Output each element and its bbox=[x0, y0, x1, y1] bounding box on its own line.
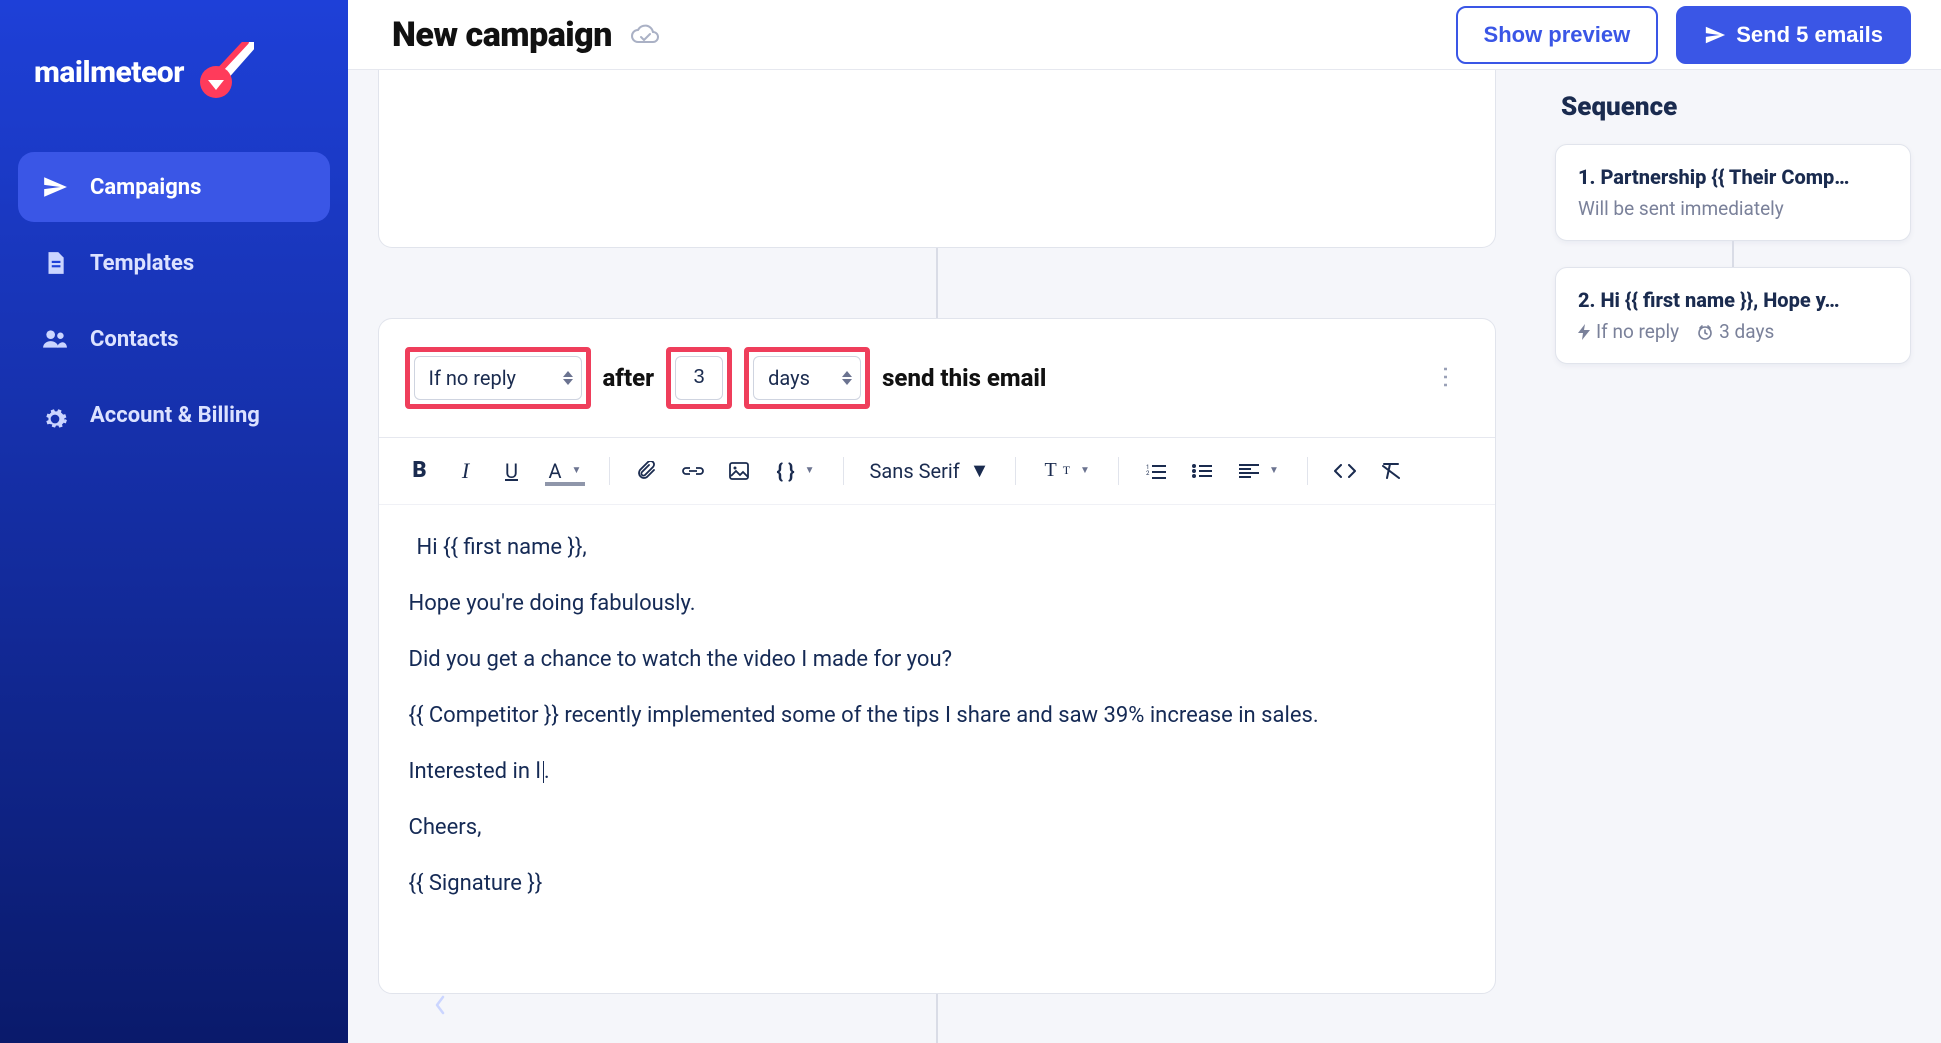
sidebar-item-label: Templates bbox=[90, 251, 194, 276]
page-title: New campaign bbox=[392, 15, 612, 55]
sequence-step-condition: If no reply bbox=[1596, 320, 1679, 343]
main: New campaign Show preview Send 5 emails bbox=[348, 0, 1941, 1043]
send-icon bbox=[42, 174, 68, 200]
clear-format-button[interactable] bbox=[1372, 452, 1410, 490]
cloud-sync-icon bbox=[630, 23, 660, 47]
delay-unit-select[interactable]: days bbox=[753, 356, 861, 400]
svg-text:2: 2 bbox=[1146, 470, 1150, 477]
sidebar-item-label: Contacts bbox=[90, 327, 179, 352]
sidebar-item-contacts[interactable]: Contacts bbox=[18, 304, 330, 374]
show-preview-button[interactable]: Show preview bbox=[1456, 6, 1659, 64]
bold-button[interactable]: B bbox=[401, 452, 439, 490]
align-button[interactable]: ▼ bbox=[1229, 452, 1289, 490]
sequence-connector-line bbox=[936, 994, 938, 1043]
sequence-step-sub: Will be sent immediately bbox=[1578, 197, 1888, 220]
after-label: after bbox=[603, 364, 655, 392]
image-button[interactable] bbox=[720, 452, 758, 490]
sequence-connector-line bbox=[936, 248, 938, 318]
delay-unit-value: days bbox=[768, 366, 810, 390]
email-line: Did you get a chance to watch the video … bbox=[409, 643, 1465, 677]
email-line: Hi {{ first name }}, bbox=[409, 531, 1465, 565]
sidebar-nav: Campaigns Templates Contacts Account & B… bbox=[18, 152, 330, 454]
sidebar-item-templates[interactable]: Templates bbox=[18, 228, 330, 298]
show-preview-label: Show preview bbox=[1484, 22, 1631, 48]
ordered-list-button[interactable]: 12 bbox=[1137, 452, 1175, 490]
bolt-icon bbox=[1578, 324, 1590, 340]
send-icon bbox=[1704, 24, 1726, 46]
email-line: Interested in l. bbox=[409, 755, 1465, 789]
followup-email-card: If no reply after bbox=[378, 318, 1496, 995]
document-icon bbox=[42, 250, 68, 276]
condition-select[interactable]: If no reply bbox=[414, 356, 582, 400]
italic-button[interactable]: I bbox=[447, 452, 485, 490]
email-line: {{ Competitor }} recently implemented so… bbox=[409, 699, 1465, 733]
previous-email-card[interactable] bbox=[378, 70, 1496, 248]
sequence-step-2[interactable]: 2. Hi {{ first name }}, Hope y… If no re… bbox=[1555, 267, 1911, 364]
stepper-icon bbox=[842, 371, 852, 385]
clock-icon bbox=[1697, 324, 1713, 340]
email-line: Hope you're doing fabulously. bbox=[409, 587, 1465, 621]
code-view-button[interactable] bbox=[1326, 452, 1364, 490]
content: If no reply after bbox=[348, 70, 1941, 1043]
email-line: Cheers, bbox=[409, 811, 1465, 845]
people-icon bbox=[42, 326, 68, 352]
sequence-step-sub: If no reply 3 days bbox=[1578, 320, 1888, 343]
more-options-button[interactable]: ⋯ bbox=[1426, 355, 1466, 401]
sequence-title: Sequence bbox=[1561, 92, 1911, 122]
sequence-connector-line bbox=[1732, 241, 1734, 267]
sequence-step-1[interactable]: 1. Partnership {{ Their Comp… Will be se… bbox=[1555, 144, 1911, 241]
brand-logo[interactable]: mailmeteor bbox=[18, 24, 330, 138]
delay-value-highlight bbox=[666, 347, 732, 409]
variables-button[interactable]: { }▼ bbox=[766, 452, 824, 490]
font-family-value: Sans Serif bbox=[870, 459, 960, 483]
topbar: New campaign Show preview Send 5 emails bbox=[348, 0, 1941, 70]
send-emails-label: Send 5 emails bbox=[1736, 22, 1883, 48]
sequence-step-title: 2. Hi {{ first name }}, Hope y… bbox=[1578, 288, 1888, 312]
sidebar-item-campaigns[interactable]: Campaigns bbox=[18, 152, 330, 222]
sequence-step-title: 1. Partnership {{ Their Comp… bbox=[1578, 165, 1888, 189]
text-size-button[interactable]: TT▼ bbox=[1034, 452, 1099, 490]
condition-value: If no reply bbox=[429, 366, 517, 390]
sidebar-item-label: Campaigns bbox=[90, 175, 201, 200]
underline-button[interactable]: U bbox=[493, 452, 531, 490]
attachment-button[interactable] bbox=[628, 452, 666, 490]
delay-value-input[interactable] bbox=[675, 356, 723, 400]
delay-unit-highlight: days bbox=[744, 347, 870, 409]
editor-column: If no reply after bbox=[348, 70, 1525, 1043]
sidebar: mailmeteor Campaigns Templates Contacts bbox=[0, 0, 348, 1043]
stepper-icon bbox=[563, 371, 573, 385]
followup-condition-bar: If no reply after bbox=[379, 319, 1495, 438]
condition-highlight: If no reply bbox=[405, 347, 591, 409]
font-family-select[interactable]: Sans Serif ▼ bbox=[862, 458, 998, 483]
email-editor[interactable]: Hi {{ first name }}, Hope you're doing f… bbox=[379, 505, 1495, 994]
email-line: {{ Signature }} bbox=[409, 867, 1465, 901]
meteor-icon bbox=[194, 42, 254, 102]
sequence-step-delay: 3 days bbox=[1719, 320, 1774, 343]
chevron-down-icon: ▼ bbox=[970, 458, 990, 483]
sidebar-item-account-billing[interactable]: Account & Billing bbox=[18, 380, 330, 454]
link-button[interactable] bbox=[674, 452, 712, 490]
sidebar-item-label: Account & Billing bbox=[90, 402, 260, 431]
unordered-list-button[interactable] bbox=[1183, 452, 1221, 490]
send-this-email-label: send this email bbox=[882, 364, 1046, 392]
sequence-panel: Sequence 1. Partnership {{ Their Comp… W… bbox=[1555, 70, 1911, 1043]
gear-icon bbox=[42, 406, 68, 432]
editor-toolbar: B I U A▼ { }▼ Sans Serif ▼ bbox=[379, 438, 1495, 505]
send-emails-button[interactable]: Send 5 emails bbox=[1676, 6, 1911, 64]
brand-name: mailmeteor bbox=[34, 55, 184, 90]
text-color-button[interactable]: A▼ bbox=[539, 452, 592, 490]
